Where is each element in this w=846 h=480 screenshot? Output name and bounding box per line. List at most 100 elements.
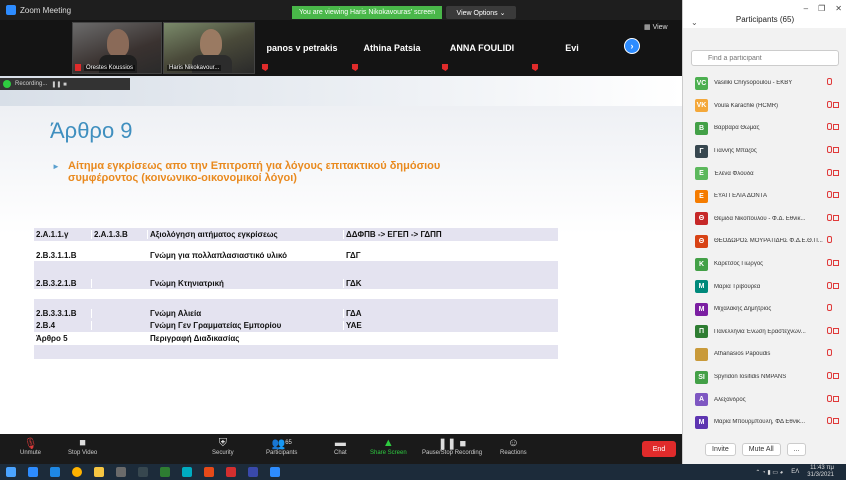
- tile-name: panos v petrakis: [266, 43, 338, 53]
- view-button[interactable]: ▦ View: [644, 23, 668, 31]
- table-row: Άρθρο 5 Περιγραφή Διαδικασίας: [34, 332, 558, 345]
- participant-item[interactable]: Ε Έλενα Φλούδα: [683, 162, 846, 185]
- participant-item[interactable]: Ε ΕΥΑΓΓΕΛΙΑ ΔΟΝΤΑ: [683, 185, 846, 208]
- mute-all-button[interactable]: Mute All: [741, 442, 781, 456]
- unmute-button[interactable]: 🎙 Unmute: [20, 436, 41, 457]
- view-options-button[interactable]: View Options ⌄: [446, 6, 516, 19]
- app-icon[interactable]: [116, 467, 126, 477]
- participant-item[interactable]: Μ Μαρία Μπουρμπούλη, ΦΔ Εθνικ...: [683, 411, 846, 434]
- powerpoint-icon[interactable]: [204, 467, 214, 477]
- chat-button[interactable]: ▬ Chat: [334, 436, 347, 456]
- video-off-icon: [833, 101, 839, 108]
- table-cell: Άρθρο 5: [34, 334, 92, 343]
- next-page-button[interactable]: ›: [624, 38, 640, 54]
- reactions-button[interactable]: ☺ Reactions: [500, 436, 527, 456]
- participant-item[interactable]: Α Αλέξανδρος: [683, 388, 846, 411]
- meeting-toolbar: 🎙 Unmute ■ Stop Video ⛨ Security 👥 65 Partici…: [0, 434, 682, 464]
- pause-stop-icon: ❚❚ ■: [437, 437, 467, 450]
- tile-name: Athina Patsia: [363, 43, 421, 53]
- participant-item[interactable]: SI Spyridon Iosifidis NMPANS: [683, 366, 846, 389]
- video-tile[interactable]: Orestes Koussios: [72, 22, 162, 74]
- table-spacer: [34, 261, 558, 269]
- clock[interactable]: 11:43 πμ 31/3/2021: [807, 465, 834, 479]
- slide-bullet: Αίτημα εγκρίσεως απο την Επιτροπή για λό…: [68, 160, 441, 184]
- video-tile[interactable]: Haris Nikokavour...: [163, 22, 255, 74]
- table-cell: ΓΔΚ: [346, 279, 362, 288]
- mic-muted-icon: [827, 349, 832, 357]
- participant-status: [827, 394, 841, 405]
- participant-status: [827, 146, 841, 156]
- stop-video-label: Stop Video: [68, 450, 98, 456]
- security-button[interactable]: ⛨ Security: [212, 436, 234, 457]
- store-icon[interactable]: [50, 467, 60, 477]
- participant-item[interactable]: Μ Μιχαλάκης Δημήτριος: [683, 298, 846, 321]
- share-screen-button[interactable]: ▲ Share Screen: [370, 436, 407, 456]
- video-off-icon: [833, 282, 839, 289]
- table-cell: Περιγραφή Διαδικασίας: [148, 334, 344, 343]
- tray-icons[interactable]: ⌃ ◔ ▮ ▭ ◕: [755, 469, 783, 476]
- taskbar: [0, 464, 846, 480]
- participant-status: [827, 213, 841, 224]
- participant-item[interactable]: Athanasios Papoudis: [683, 343, 846, 366]
- participant-item[interactable]: Μ Μαρία Τριβουρέα: [683, 275, 846, 298]
- app-icon[interactable]: [182, 467, 192, 477]
- more-button[interactable]: ...: [786, 442, 807, 456]
- chevron-down-icon[interactable]: ⌄: [691, 18, 698, 27]
- zoom-taskbar-icon[interactable]: [270, 467, 280, 477]
- participant-status: [827, 123, 841, 133]
- dell-icon[interactable]: [138, 467, 148, 477]
- acrobat-icon[interactable]: [226, 467, 236, 477]
- participant-tile[interactable]: panos v petrakis: [258, 22, 346, 74]
- mic-muted-icon: [352, 64, 358, 71]
- mic-muted-icon: [827, 168, 832, 176]
- mic-muted-icon: [827, 326, 832, 334]
- maximize-icon[interactable]: ❐: [818, 4, 825, 13]
- participant-name: Μιχαλάκης Δημήτριος: [714, 306, 772, 313]
- participant-item[interactable]: Β Βαρβάρα Θωμάς: [683, 117, 846, 140]
- close-icon[interactable]: ✕: [835, 4, 842, 13]
- participant-item[interactable]: Θ Θέμιδα Νικοπούλου - Φ.Δ. Εθνικ...: [683, 208, 846, 231]
- minimize-icon[interactable]: –: [804, 4, 808, 13]
- avatar: Μ: [695, 302, 708, 316]
- participant-item[interactable]: Π Πανελλήνια Ένωση Εραστεχνών...: [683, 321, 846, 344]
- video-off-icon: [833, 147, 839, 154]
- language-indicator[interactable]: ΕΛ: [791, 469, 799, 475]
- edge-icon[interactable]: [28, 467, 38, 477]
- table-row: 2.Α.1.1.γ 2.Α.1.3.Β Αξιολόγηση αιτήματος…: [34, 228, 558, 241]
- avatar: Ε: [695, 167, 708, 181]
- participant-name: Γιάννης Μπαζός: [714, 148, 757, 155]
- participant-tile[interactable]: Evi: [528, 22, 616, 74]
- search-input[interactable]: [691, 50, 839, 66]
- end-button[interactable]: End: [642, 441, 676, 457]
- participant-item[interactable]: VC Vasiliki Chrysopoulou - ΕΚΒΥ: [683, 72, 846, 95]
- table-row: 2.Β.4 Γνώμη Γεν Γραμματείας Εμπορίου ΥΑΕ: [34, 319, 558, 332]
- pause-recording-button[interactable]: ❚❚ ■ Pause/Stop Recording: [422, 436, 483, 457]
- participants-panel: Participants (65) – ❐ ✕ ⌄ ⌕ VCVasiliki C…: [682, 0, 846, 464]
- clock-time: 11:43 πμ: [810, 465, 834, 471]
- participants-button[interactable]: 👥 65 Participants: [266, 436, 297, 457]
- participant-item[interactable]: Θ ΘΕΟΔΩΡΟΣ ΜΟΥΡΑΤΙΔΗΣ Φ.Δ.Ε.Θ.Π...: [683, 230, 846, 253]
- view-label: View: [652, 24, 668, 31]
- video-off-icon: [833, 327, 839, 334]
- participant-tile[interactable]: ANNA FOULIDI: [438, 22, 526, 74]
- participant-item[interactable]: Κ Καρέτσος Γιώργος: [683, 253, 846, 276]
- chat-label: Chat: [334, 450, 347, 456]
- participant-item[interactable]: Γ Γιάννης Μπαζός: [683, 140, 846, 163]
- excel-icon[interactable]: [160, 467, 170, 477]
- participant-tile[interactable]: Athina Patsia: [348, 22, 436, 74]
- participant-name: Athanasios Papoudis: [714, 351, 771, 358]
- recording-controls[interactable]: ❚❚ ■: [51, 81, 66, 88]
- participant-name: Βαρβάρα Θωμάς: [714, 125, 760, 132]
- pause-label: Pause/Stop Recording: [422, 450, 483, 456]
- chrome-icon[interactable]: [72, 467, 82, 477]
- avatar: [695, 347, 708, 361]
- app-icon[interactable]: [248, 467, 258, 477]
- participant-status: [827, 349, 841, 359]
- invite-button[interactable]: Invite: [705, 442, 736, 456]
- participant-name: ΘΕΟΔΩΡΟΣ ΜΟΥΡΑΤΙΔΗΣ Φ.Δ.Ε.Θ.Π...: [714, 238, 823, 245]
- windows-start-icon[interactable]: [6, 467, 16, 477]
- stop-video-button[interactable]: ■ Stop Video: [68, 436, 97, 456]
- folder-icon[interactable]: [94, 467, 104, 477]
- participant-item[interactable]: VK Voula Karachle (HCMR): [683, 95, 846, 118]
- table-row: 2.Β.3.1.1.Β Γνώμη για πολλαπλασιαστικό υ…: [34, 241, 558, 261]
